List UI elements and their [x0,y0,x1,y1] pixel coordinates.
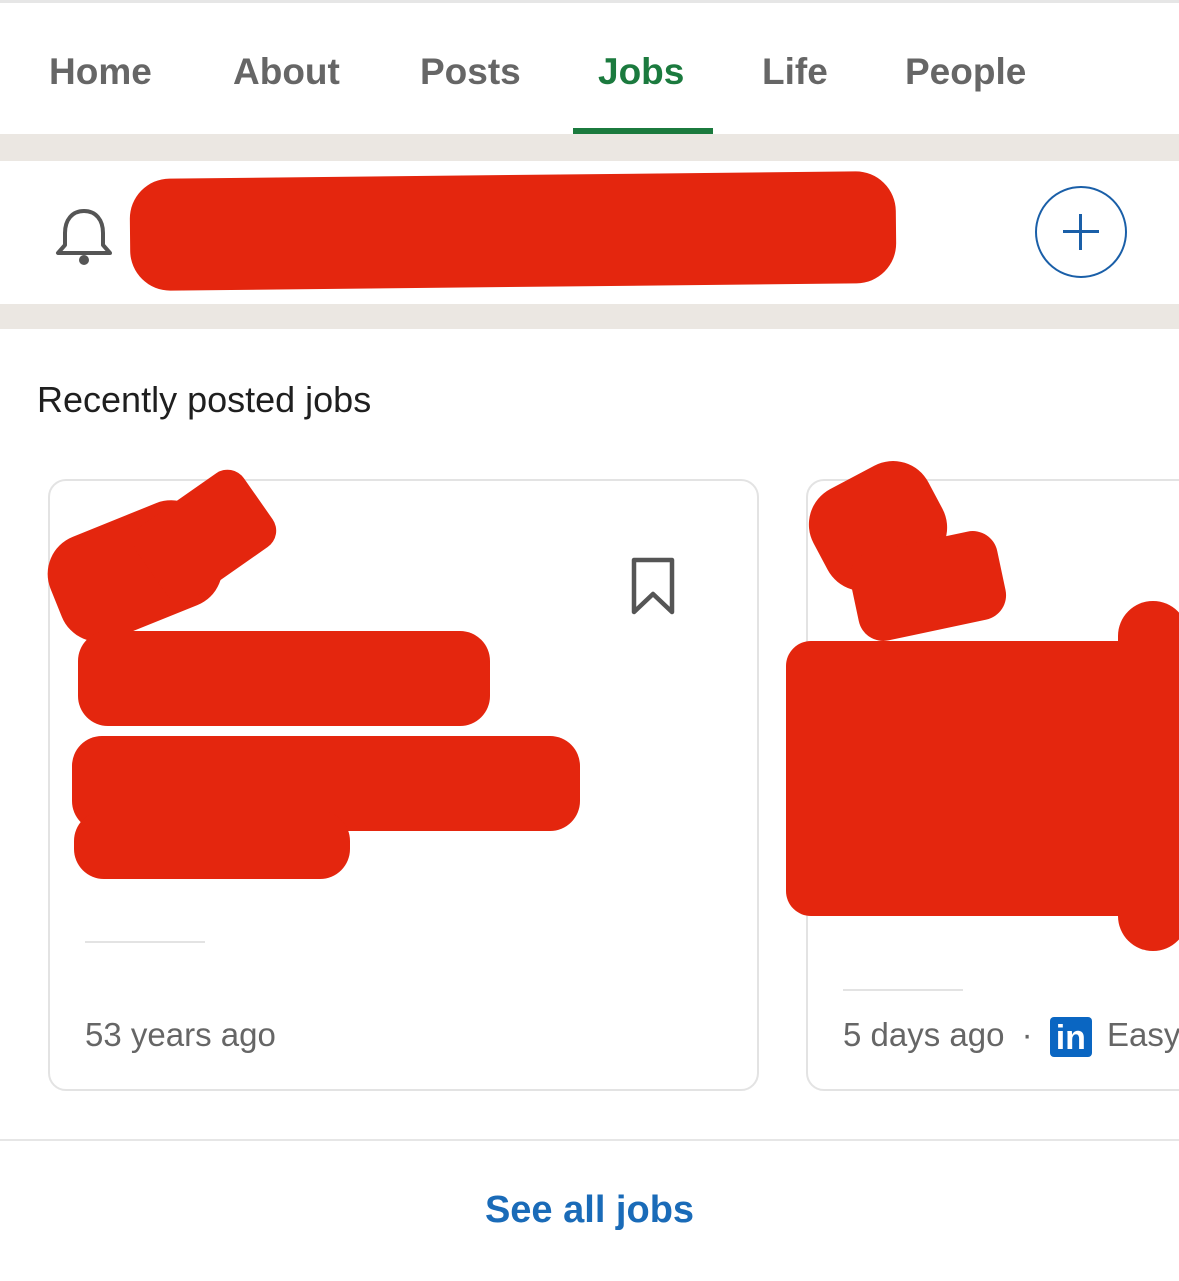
section-gap [0,304,1179,329]
bell-icon[interactable] [50,203,118,271]
linkedin-logo-icon: in [1049,1017,1092,1058]
company-tabs: Home About Posts Jobs Life People [0,3,1179,134]
tab-posts[interactable]: Posts [420,47,521,97]
section-gap [0,134,1179,161]
redacted-alert-text [129,170,897,292]
bookmark-icon[interactable] [630,556,676,618]
job-card[interactable]: 53 years ago [35,461,759,1091]
tab-about[interactable]: About [233,47,340,97]
card-divider [843,989,963,991]
job-alert-bar [0,161,1179,304]
tab-people[interactable]: People [905,47,1026,97]
meta-separator: · [1021,1016,1033,1053]
redacted-job-title [78,631,490,726]
add-job-alert-button[interactable] [1035,186,1127,278]
redacted-job-details [1118,601,1179,951]
posted-time: 53 years ago [85,1016,276,1053]
section-title: Recently posted jobs [37,379,372,420]
tab-life[interactable]: Life [762,47,828,97]
section-divider [0,1139,1179,1141]
tab-home[interactable]: Home [49,47,152,97]
redacted-job-details [74,811,350,879]
card-divider [85,941,205,943]
posted-time-easy-apply: 5 days ago · in Easy [843,1016,1179,1058]
easy-apply-label: Easy [1106,1016,1179,1053]
recently-posted-jobs-section: Recently posted jobs 53 years ago 5 days… [0,329,1179,1281]
job-card[interactable]: 5 days ago · in Easy [786,446,1179,1091]
tab-jobs[interactable]: Jobs [598,47,684,97]
posted-time: 5 days ago [843,1016,1005,1053]
see-all-jobs-link[interactable]: See all jobs [0,1189,1179,1232]
